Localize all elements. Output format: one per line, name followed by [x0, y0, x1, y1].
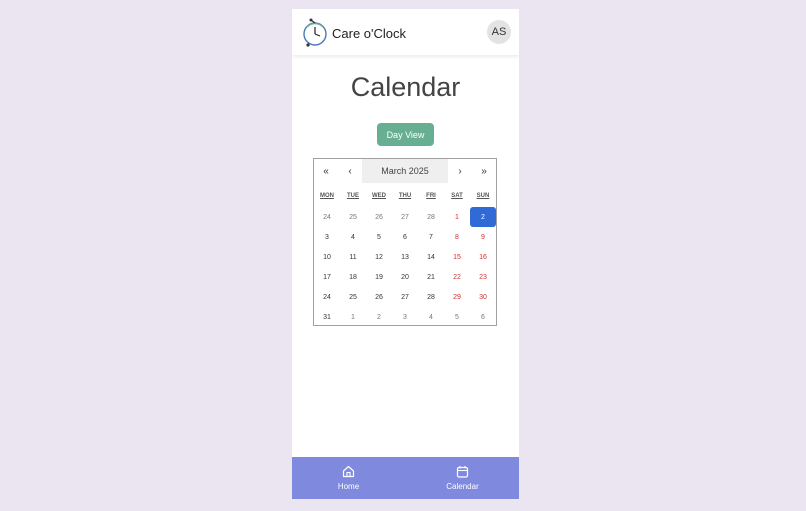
calendar-day[interactable]: 28: [418, 207, 444, 227]
weekday-wed: WED: [372, 193, 386, 199]
app-header: Care o'Clock AS: [292, 9, 519, 55]
prev-month-button[interactable]: ‹: [338, 159, 362, 183]
calendar-day[interactable]: 5: [444, 307, 470, 327]
calendar-day[interactable]: 21: [418, 267, 444, 287]
calendar-day[interactable]: 1: [444, 207, 470, 227]
calendar-day[interactable]: 8: [444, 227, 470, 247]
calendar-day[interactable]: 3: [392, 307, 418, 327]
calendar-day[interactable]: 6: [392, 227, 418, 247]
calendar-day[interactable]: 23: [470, 267, 496, 287]
calendar-day[interactable]: 27: [392, 207, 418, 227]
user-avatar[interactable]: AS: [487, 20, 511, 44]
weekday-sun: SUN: [476, 193, 490, 199]
calendar-day[interactable]: 13: [392, 247, 418, 267]
calendar-day[interactable]: 27: [392, 287, 418, 307]
page-title: Calendar: [350, 72, 461, 102]
calendar-day[interactable]: 16: [470, 247, 496, 267]
nav-home-label: Home: [337, 482, 360, 491]
calendar-day[interactable]: 11: [340, 247, 366, 267]
calendar-day[interactable]: 22: [444, 267, 470, 287]
calendar-icon: [456, 466, 469, 478]
calendar-day[interactable]: 28: [418, 287, 444, 307]
bottom-navigation: Home Calendar: [292, 457, 519, 499]
month-label-button[interactable]: March 2025: [362, 159, 448, 183]
nav-home[interactable]: Home: [292, 457, 405, 499]
calendar-day[interactable]: 14: [418, 247, 444, 267]
weekday-thu: THU: [398, 193, 412, 199]
calendar-day[interactable]: 25: [340, 207, 366, 227]
calendar-day[interactable]: 17: [314, 267, 340, 287]
day-view-button[interactable]: Day View: [377, 123, 434, 146]
weekday-fri: FRI: [426, 193, 436, 199]
calendar-day[interactable]: 7: [418, 227, 444, 247]
calendar-day[interactable]: 19: [366, 267, 392, 287]
calendar-day[interactable]: 15: [444, 247, 470, 267]
calendar-widget: « ‹ March 2025 › » MON TUE WED THU FRI SAT SUN…: [313, 158, 497, 326]
app-screen: Care o'Clock AS Calendar Day View « ‹ Ma…: [292, 9, 519, 499]
calendar-day[interactable]: 20: [392, 267, 418, 287]
app-title: Care o'Clock: [332, 26, 407, 41]
calendar-day[interactable]: 25: [340, 287, 366, 307]
calendar-day[interactable]: 4: [418, 307, 444, 327]
calendar-day[interactable]: 26: [366, 207, 392, 227]
calendar-day[interactable]: 2: [470, 207, 496, 227]
weekday-tue: TUE: [347, 193, 359, 199]
home-icon: [342, 465, 355, 478]
weekday-sat: SAT: [451, 193, 463, 199]
prev-year-button[interactable]: «: [314, 159, 338, 183]
calendar-day[interactable]: 5: [366, 227, 392, 247]
calendar-day[interactable]: 26: [366, 287, 392, 307]
calendar-day[interactable]: 4: [340, 227, 366, 247]
nav-calendar-label: Calendar: [446, 482, 479, 491]
calendar-day[interactable]: 24: [314, 287, 340, 307]
calendar-day[interactable]: 3: [314, 227, 340, 247]
calendar-day[interactable]: 31: [314, 307, 340, 327]
calendar-day[interactable]: 6: [470, 307, 496, 327]
calendar-day[interactable]: 29: [444, 287, 470, 307]
calendar-day[interactable]: 18: [340, 267, 366, 287]
calendar-day[interactable]: 9: [470, 227, 496, 247]
clock-logo-icon[interactable]: [302, 16, 328, 48]
calendar-day[interactable]: 12: [366, 247, 392, 267]
calendar-day[interactable]: 2: [366, 307, 392, 327]
nav-calendar[interactable]: Calendar: [406, 457, 519, 499]
weekday-header-row: MON TUE WED THU FRI SAT SUN: [314, 193, 496, 203]
calendar-navigation: « ‹ March 2025 › »: [314, 159, 496, 183]
next-year-button[interactable]: »: [472, 159, 496, 183]
next-month-button[interactable]: ›: [448, 159, 472, 183]
calendar-day[interactable]: 10: [314, 247, 340, 267]
calendar-day[interactable]: 24: [314, 207, 340, 227]
calendar-day[interactable]: 1: [340, 307, 366, 327]
weekday-mon: MON: [320, 193, 334, 199]
calendar-day[interactable]: 30: [470, 287, 496, 307]
